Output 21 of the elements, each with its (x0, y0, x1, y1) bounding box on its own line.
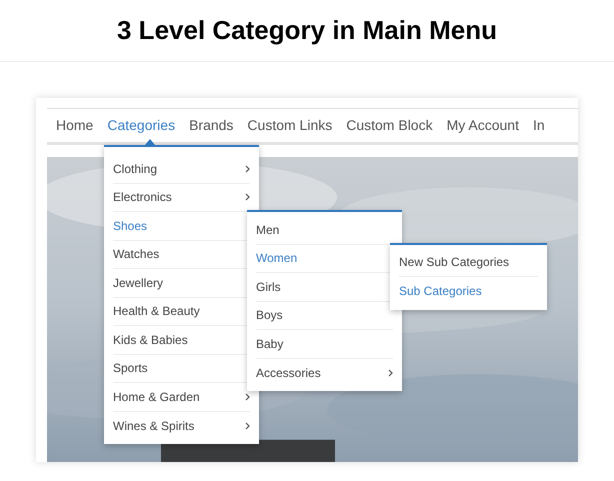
chevron-right-icon (245, 422, 250, 430)
menu-item[interactable]: Wines & Spirits (113, 412, 250, 440)
nav-link[interactable]: Custom Links (247, 115, 332, 136)
menu-item[interactable]: Men (256, 216, 393, 244)
nav-link[interactable]: In (532, 115, 545, 136)
menu-item[interactable]: New Sub Categories (399, 248, 538, 277)
menu-item[interactable]: Baby (256, 330, 393, 358)
menu-item[interactable]: Electronics (113, 184, 250, 212)
menu-item[interactable]: Sub Categories (399, 277, 538, 306)
nav-link[interactable]: Categories (107, 115, 176, 136)
nav-link[interactable]: Home (56, 115, 94, 136)
chevron-right-icon (245, 392, 250, 401)
nav-link[interactable]: Custom Block (346, 115, 433, 136)
nav-link[interactable]: My Account (446, 115, 519, 136)
chevron-right-icon (245, 193, 250, 202)
chevron-right-icon (388, 368, 393, 377)
chevron-right-icon (245, 164, 250, 173)
nav-link[interactable]: Brands (189, 115, 234, 136)
menu-item[interactable]: Accessories (256, 358, 393, 387)
page-heading: 3 Level Category in Main Menu (117, 14, 497, 47)
menu-item[interactable]: Clothing (113, 155, 250, 184)
